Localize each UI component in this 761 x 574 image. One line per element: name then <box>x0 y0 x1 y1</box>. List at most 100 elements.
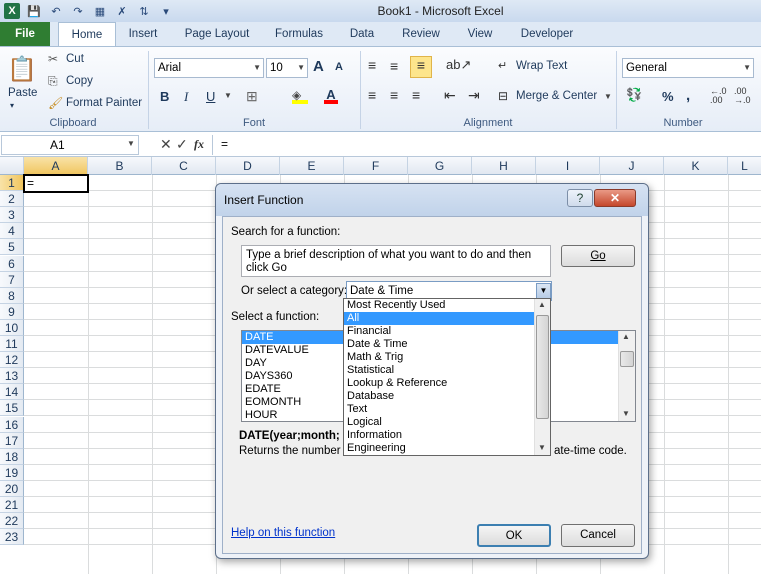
scroll-up-icon[interactable]: ▲ <box>622 332 630 341</box>
insert-function-button[interactable]: fx <box>194 137 204 152</box>
row-header[interactable]: 19 <box>0 465 24 481</box>
paste-icon[interactable]: 📋 <box>6 51 38 87</box>
font-size-combo[interactable]: 10 ▼ <box>266 58 308 78</box>
select-all-corner[interactable] <box>0 157 24 175</box>
column-header[interactable]: H <box>472 157 536 175</box>
tab-file[interactable]: File <box>0 22 50 46</box>
paste-dropdown-icon[interactable]: ▾ <box>10 101 14 110</box>
row-header[interactable]: 18 <box>0 449 24 465</box>
tab-home[interactable]: Home <box>58 22 116 47</box>
list-item[interactable]: Engineering <box>344 442 550 455</box>
grow-font-button[interactable]: A <box>313 58 324 75</box>
column-header[interactable]: D <box>216 157 280 175</box>
row-header[interactable]: 3 <box>0 207 24 223</box>
tab-developer[interactable]: Developer <box>512 22 582 46</box>
row-header[interactable]: 7 <box>0 272 24 288</box>
list-item[interactable]: All <box>344 312 550 325</box>
bold-button[interactable]: B <box>160 89 169 104</box>
row-header[interactable]: 1 <box>0 175 24 191</box>
merge-center-button[interactable]: Merge & Center <box>516 90 597 102</box>
column-header[interactable]: E <box>280 157 344 175</box>
list-item[interactable]: Database <box>344 390 550 403</box>
font-name-combo[interactable]: Arial ▼ <box>154 58 264 78</box>
underline-button[interactable]: U <box>206 89 215 104</box>
help-link[interactable]: Help on this function <box>231 527 335 539</box>
function-list-scrollbar[interactable]: ▲ ▼ <box>618 331 635 421</box>
align-top-icon[interactable]: ≡ <box>368 57 376 73</box>
list-item[interactable]: Text <box>344 403 550 416</box>
underline-dropdown-icon[interactable]: ▼ <box>224 91 232 100</box>
accounting-format-icon[interactable]: 💱 <box>626 87 642 103</box>
column-header[interactable]: K <box>664 157 728 175</box>
tab-data[interactable]: Data <box>342 22 382 46</box>
row-header[interactable]: 12 <box>0 352 24 368</box>
align-center-icon[interactable]: ≡ <box>390 87 398 103</box>
ok-button[interactable]: OK <box>477 524 551 547</box>
align-middle-icon[interactable]: ≡ <box>390 58 398 74</box>
align-bottom-icon[interactable]: ≡ <box>410 56 432 78</box>
column-header[interactable]: C <box>152 157 216 175</box>
cancel-button[interactable]: Cancel <box>561 524 635 547</box>
merge-dropdown-icon[interactable]: ▼ <box>604 92 612 101</box>
column-header[interactable]: A <box>24 157 88 175</box>
merge-center-icon[interactable]: ⊟ <box>498 89 508 103</box>
column-header[interactable]: B <box>88 157 152 175</box>
list-item[interactable]: Information <box>344 429 550 442</box>
help-button[interactable]: ? <box>567 189 593 207</box>
cell-a1[interactable]: = <box>23 174 89 193</box>
search-input[interactable]: Type a brief description of what you wan… <box>241 245 551 277</box>
row-header[interactable]: 23 <box>0 529 24 545</box>
fill-color-icon[interactable]: ◈ <box>292 88 308 104</box>
scroll-down-icon[interactable]: ▼ <box>538 443 546 452</box>
tab-review[interactable]: Review <box>396 22 446 46</box>
confirm-entry-icon[interactable]: ✓ <box>176 136 188 153</box>
scroll-down-icon[interactable]: ▼ <box>622 409 630 418</box>
row-header[interactable]: 2 <box>0 191 24 207</box>
list-item[interactable]: Date & Time <box>344 338 550 351</box>
name-box-dropdown-icon[interactable]: ▼ <box>127 139 135 148</box>
category-list-scrollbar[interactable]: ▲ ▼ <box>534 299 550 455</box>
row-header[interactable]: 9 <box>0 304 24 320</box>
number-format-combo[interactable]: General ▼ <box>622 58 754 78</box>
list-item[interactable]: Financial <box>344 325 550 338</box>
row-header[interactable]: 6 <box>0 256 24 272</box>
row-header[interactable]: 10 <box>0 320 24 336</box>
row-header[interactable]: 21 <box>0 497 24 513</box>
paste-button[interactable]: Paste <box>8 87 37 99</box>
percent-button[interactable]: % <box>662 89 674 104</box>
scroll-up-icon[interactable]: ▲ <box>538 300 546 309</box>
row-header[interactable]: 13 <box>0 368 24 384</box>
row-header[interactable]: 8 <box>0 288 24 304</box>
cut-button[interactable]: Cut <box>66 53 84 65</box>
copy-button[interactable]: Copy <box>66 75 93 87</box>
list-item[interactable]: Math & Trig <box>344 351 550 364</box>
row-header[interactable]: 22 <box>0 513 24 529</box>
row-header[interactable]: 11 <box>0 336 24 352</box>
shrink-font-button[interactable]: A <box>335 61 343 73</box>
align-left-icon[interactable]: ≡ <box>368 87 376 103</box>
tab-formulas[interactable]: Formulas <box>268 22 330 46</box>
column-header[interactable]: G <box>408 157 472 175</box>
row-header[interactable]: 15 <box>0 400 24 416</box>
format-painter-button[interactable]: Format Painter <box>66 97 142 109</box>
formula-input[interactable]: = <box>212 135 761 155</box>
chevron-down-icon[interactable]: ▼ <box>536 283 551 299</box>
row-header[interactable]: 17 <box>0 433 24 449</box>
list-item[interactable]: Statistical <box>344 364 550 377</box>
row-header[interactable]: 20 <box>0 481 24 497</box>
comma-button[interactable]: , <box>686 87 690 104</box>
borders-icon[interactable]: ⊞ <box>246 88 258 105</box>
list-item[interactable]: Lookup & Reference <box>344 377 550 390</box>
wrap-text-button[interactable]: Wrap Text <box>516 60 567 72</box>
wrap-text-icon[interactable]: ↵ <box>498 59 507 72</box>
list-item[interactable]: Most Recently Used <box>344 299 550 312</box>
italic-button[interactable]: I <box>184 89 188 105</box>
tab-page-layout[interactable]: Page Layout <box>176 22 258 46</box>
orientation-icon[interactable]: ab↗ <box>446 57 471 73</box>
name-box[interactable]: A1 <box>1 135 139 155</box>
format-painter-icon[interactable]: 🖌 <box>48 96 63 110</box>
tab-view[interactable]: View <box>460 22 500 46</box>
tab-insert[interactable]: Insert <box>120 22 166 46</box>
decrease-decimal-icon[interactable]: .00 →.0 <box>734 87 751 105</box>
cancel-entry-icon[interactable]: ✕ <box>160 136 172 153</box>
